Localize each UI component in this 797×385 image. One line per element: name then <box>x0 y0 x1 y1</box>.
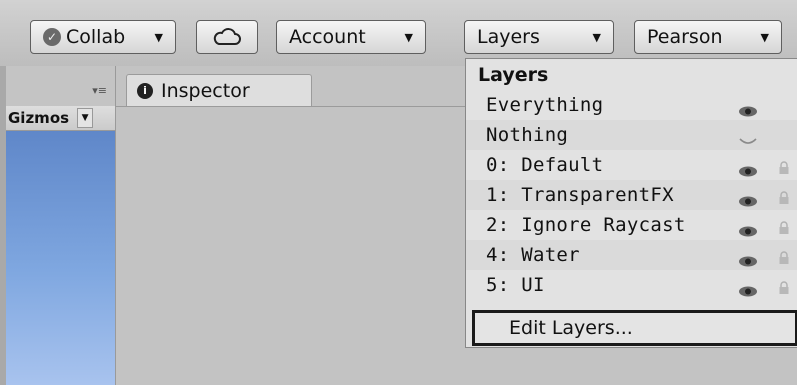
layer-item[interactable]: Nothing <box>466 120 797 150</box>
layer-item-label: Everything <box>486 94 604 116</box>
layer-item-label: 1: TransparentFX <box>486 184 674 206</box>
layer-item[interactable]: 1: TransparentFX <box>466 180 797 210</box>
edit-layers-button[interactable]: Edit Layers... <box>472 310 797 346</box>
chevron-down-icon: ▼ <box>404 30 413 44</box>
layer-item[interactable]: 4: Water <box>466 240 797 270</box>
cloud-icon <box>213 28 241 45</box>
lock-icon[interactable] <box>778 158 790 174</box>
info-icon: i <box>137 82 153 99</box>
layer-item[interactable]: 0: Default <box>466 150 797 180</box>
layers-menu-title: Layers <box>478 64 549 86</box>
scene-panel: ▾≡ Gizmos ▼ <box>6 66 116 385</box>
check-circle-icon: ✓ <box>43 28 61 46</box>
gizmos-label: Gizmos <box>8 109 70 127</box>
layers-dropdown-menu: Layers Everything Nothing 0: Default 1: Tra… <box>465 58 797 348</box>
layer-item-label: 5: UI <box>486 274 545 296</box>
layer-item[interactable]: Everything <box>466 90 797 120</box>
layer-item-label: 2: Ignore Raycast <box>486 214 686 236</box>
eye-icon[interactable] <box>738 250 758 267</box>
eye-icon[interactable] <box>738 100 758 117</box>
lock-icon[interactable] <box>778 248 790 264</box>
layout-button[interactable]: Pearson ▼ <box>634 20 782 54</box>
tab-inspector[interactable]: i Inspector <box>126 74 312 106</box>
layers-button[interactable]: Layers ▼ <box>464 20 614 54</box>
edit-layers-label: Edit Layers... <box>509 317 633 339</box>
inspector-tab-label: Inspector <box>161 79 250 102</box>
layer-item-label: 4: Water <box>486 244 580 266</box>
layers-label: Layers <box>477 26 540 48</box>
panel-menu-icon[interactable]: ▾≡ <box>92 84 107 97</box>
eye-icon[interactable] <box>738 220 758 237</box>
cloud-button[interactable] <box>196 20 258 54</box>
eye-icon[interactable] <box>738 190 758 207</box>
lock-icon[interactable] <box>778 218 790 234</box>
layer-item[interactable]: 2: Ignore Raycast <box>466 210 797 240</box>
collab-label: Collab <box>66 26 126 48</box>
layout-label: Pearson <box>647 26 723 48</box>
gizmos-dropdown[interactable]: Gizmos ▼ <box>6 106 115 131</box>
eye-icon[interactable] <box>738 160 758 177</box>
layer-item-label: Nothing <box>486 124 569 146</box>
chevron-down-icon: ▼ <box>77 108 94 128</box>
account-label: Account <box>289 26 366 48</box>
scene-view[interactable] <box>6 131 115 385</box>
collab-button[interactable]: ✓ Collab ▼ <box>30 20 176 54</box>
chevron-down-icon: ▼ <box>154 30 163 44</box>
layer-item[interactable]: 5: UI <box>466 270 797 300</box>
toolbar: ✓ Collab ▼ Account ▼ Layers ▼ Pearson ▼ <box>0 0 797 67</box>
eye-closed-icon[interactable] <box>738 130 758 144</box>
account-button[interactable]: Account ▼ <box>276 20 426 54</box>
lock-icon[interactable] <box>778 278 790 294</box>
chevron-down-icon: ▼ <box>592 30 601 44</box>
layer-item-label: 0: Default <box>486 154 604 176</box>
lock-icon[interactable] <box>778 188 790 204</box>
eye-icon[interactable] <box>738 280 758 297</box>
chevron-down-icon: ▼ <box>760 30 769 44</box>
